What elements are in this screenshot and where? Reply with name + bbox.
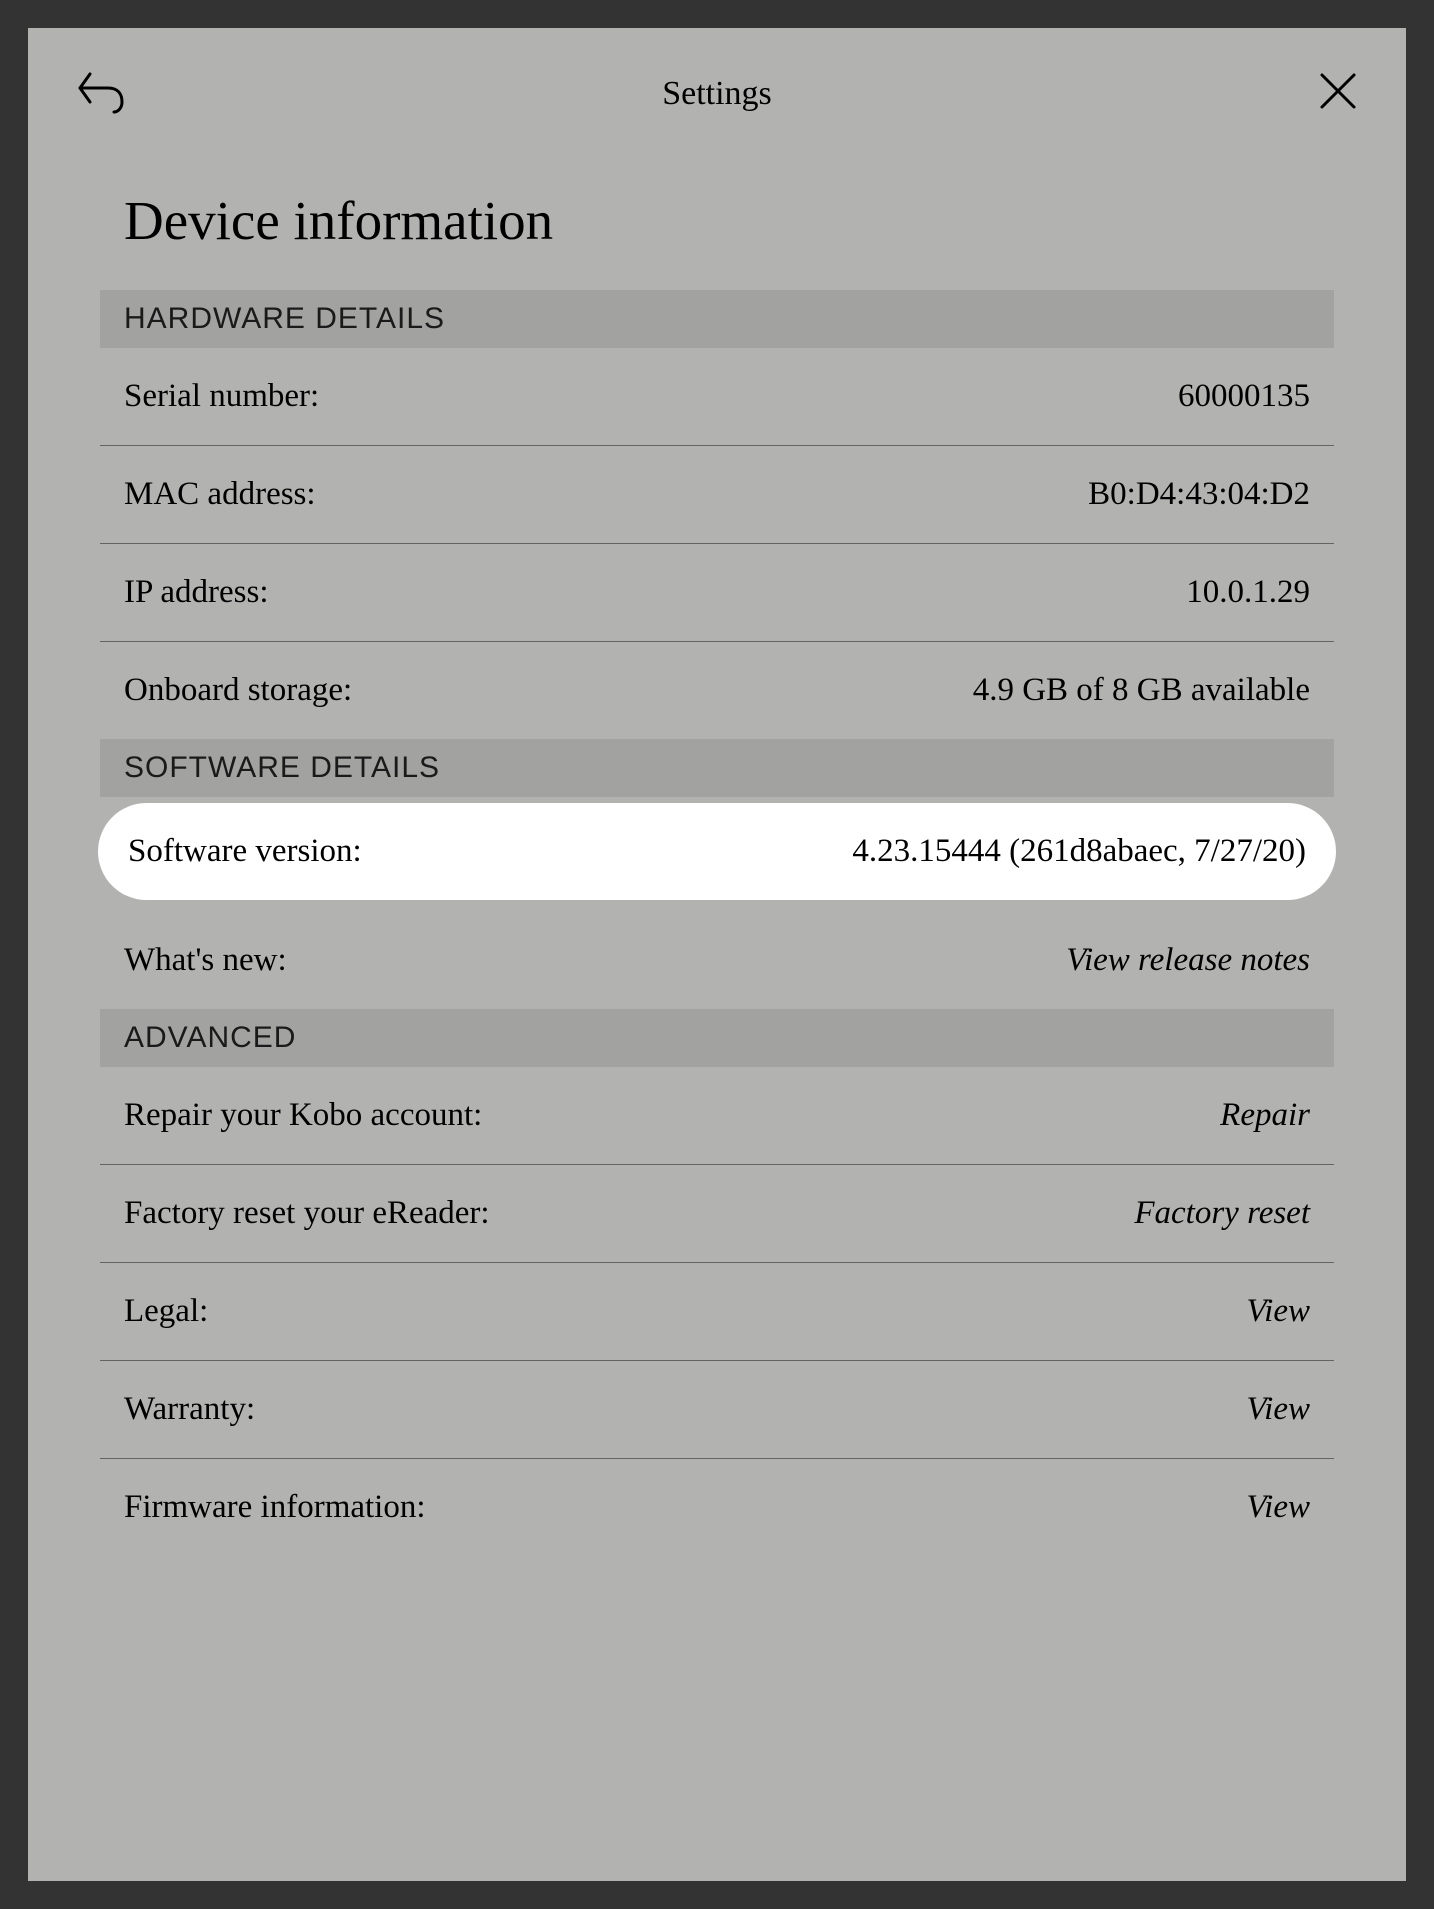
row-serial-number: Serial number: 60000135 [100,348,1334,446]
ip-address-value: 10.0.1.29 [1186,574,1310,611]
mac-address-label: MAC address: [124,476,316,513]
header-title: Settings [662,75,772,113]
serial-number-label: Serial number: [124,378,319,415]
row-warranty[interactable]: Warranty: View [100,1361,1334,1459]
repair-action[interactable]: Repair [1220,1097,1310,1134]
row-firmware-info[interactable]: Firmware information: View [100,1459,1334,1556]
row-repair-account[interactable]: Repair your Kobo account: Repair [100,1067,1334,1165]
row-ip-address: IP address: 10.0.1.29 [100,544,1334,642]
warranty-label: Warranty: [124,1391,255,1428]
repair-account-label: Repair your Kobo account: [124,1097,482,1134]
row-legal[interactable]: Legal: View [100,1263,1334,1361]
section-advanced: ADVANCED [100,1009,1334,1067]
row-factory-reset[interactable]: Factory reset your eReader: Factory rese… [100,1165,1334,1263]
back-icon[interactable] [76,68,126,119]
warranty-action[interactable]: View [1246,1391,1310,1428]
row-software-version: Software version: 4.23.15444 (261d8abaec… [98,803,1336,900]
whats-new-action[interactable]: View release notes [1066,942,1310,979]
onboard-storage-value: 4.9 GB of 8 GB available [973,672,1310,709]
page-title: Device information [100,189,1334,252]
close-icon[interactable] [1318,71,1358,116]
row-mac-address: MAC address: B0:D4:43:04:D2 [100,446,1334,544]
ip-address-label: IP address: [124,574,269,611]
settings-screen: Settings Device information HARDWARE DET… [28,28,1406,1881]
legal-label: Legal: [124,1293,208,1330]
mac-address-value: B0:D4:43:04:D2 [1088,476,1310,513]
legal-action[interactable]: View [1246,1293,1310,1330]
factory-reset-label: Factory reset your eReader: [124,1195,490,1232]
onboard-storage-label: Onboard storage: [124,672,352,709]
header-bar: Settings [28,28,1406,149]
factory-reset-action[interactable]: Factory reset [1134,1195,1310,1232]
firmware-info-label: Firmware information: [124,1489,426,1526]
section-software-details: SOFTWARE DETAILS [100,739,1334,797]
software-version-value: 4.23.15444 (261d8abaec, 7/27/20) [852,833,1306,870]
software-version-label: Software version: [128,833,362,870]
serial-number-value: 60000135 [1178,378,1310,415]
whats-new-label: What's new: [124,942,287,979]
section-hardware-details: HARDWARE DETAILS [100,290,1334,348]
row-onboard-storage: Onboard storage: 4.9 GB of 8 GB availabl… [100,642,1334,739]
row-whats-new[interactable]: What's new: View release notes [100,912,1334,1009]
firmware-info-action[interactable]: View [1246,1489,1310,1526]
content-area: Device information HARDWARE DETAILS Seri… [28,149,1406,1556]
